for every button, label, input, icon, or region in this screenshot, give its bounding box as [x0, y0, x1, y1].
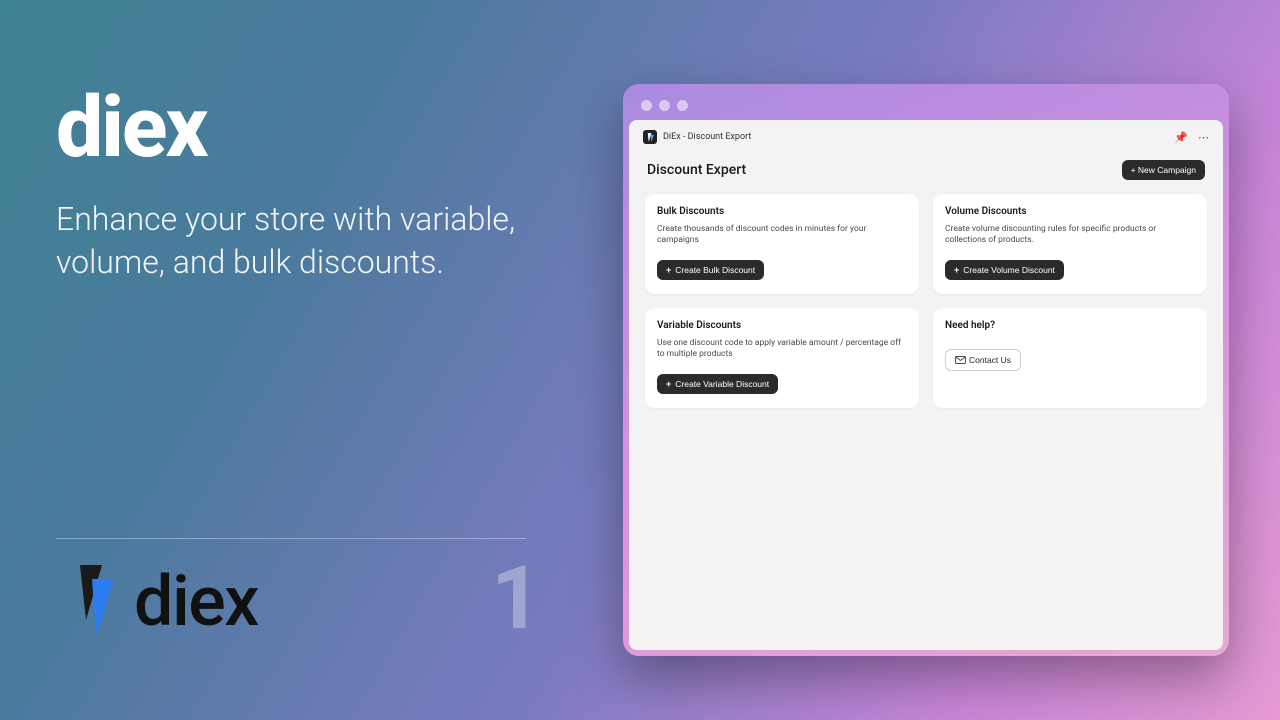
button-label: Contact Us: [969, 355, 1011, 365]
card-desc: Create thousands of discount codes in mi…: [657, 224, 907, 247]
card-title: Volume Discounts: [945, 206, 1195, 217]
tagline: Enhance your store with variable, volume…: [56, 198, 516, 284]
window-titlebar: [629, 90, 1223, 120]
slide-number: 1: [491, 555, 542, 643]
logo-row: diex: [72, 565, 258, 639]
marketing-slide: diex Enhance your store with variable, v…: [0, 0, 1280, 720]
page-header: Discount Expert + New Campaign: [637, 148, 1215, 194]
app-icon: [643, 130, 657, 144]
plus-icon: +: [666, 379, 671, 389]
plus-icon: +: [666, 265, 671, 275]
breadcrumb: DiEx - Discount Export 📌 ⋯: [637, 126, 1215, 148]
create-bulk-button[interactable]: + Create Bulk Discount: [657, 260, 764, 280]
card-title: Bulk Discounts: [657, 206, 907, 217]
divider: [56, 538, 526, 539]
card-desc: Use one discount code to apply variable …: [657, 338, 907, 361]
more-icon[interactable]: ⋯: [1198, 131, 1209, 144]
button-label: Create Bulk Discount: [675, 265, 755, 275]
new-campaign-label: + New Campaign: [1131, 165, 1196, 175]
window-dot-max[interactable]: [677, 100, 688, 111]
card-desc: Create volume discounting rules for spec…: [945, 224, 1195, 247]
create-variable-button[interactable]: + Create Variable Discount: [657, 374, 778, 394]
card-volume: Volume Discounts Create volume discounti…: [933, 194, 1207, 294]
window-dot-close[interactable]: [641, 100, 652, 111]
button-label: Create Volume Discount: [963, 265, 1055, 275]
pin-icon[interactable]: 📌: [1174, 131, 1188, 144]
cards-grid: Bulk Discounts Create thousands of disco…: [637, 194, 1215, 408]
card-title: Variable Discounts: [657, 320, 907, 331]
contact-us-button[interactable]: Contact Us: [945, 349, 1021, 371]
card-help: Need help? Contact Us: [933, 308, 1207, 408]
card-title: Need help?: [945, 320, 1195, 331]
brand-name: diex: [56, 86, 576, 170]
logo-icon: [72, 565, 122, 639]
plus-icon: +: [954, 265, 959, 275]
app-viewport: DiEx - Discount Export 📌 ⋯ Discount Expe…: [629, 120, 1223, 650]
card-bulk: Bulk Discounts Create thousands of disco…: [645, 194, 919, 294]
new-campaign-button[interactable]: + New Campaign: [1122, 160, 1205, 180]
create-volume-button[interactable]: + Create Volume Discount: [945, 260, 1064, 280]
app-window: DiEx - Discount Export 📌 ⋯ Discount Expe…: [623, 84, 1229, 656]
window-dot-min[interactable]: [659, 100, 670, 111]
button-label: Create Variable Discount: [675, 379, 769, 389]
headline-block: diex Enhance your store with variable, v…: [56, 86, 576, 284]
mail-icon: [955, 356, 965, 364]
logo-text: diex: [134, 567, 258, 637]
card-variable: Variable Discounts Use one discount code…: [645, 308, 919, 408]
page-title: Discount Expert: [647, 162, 746, 178]
breadcrumb-text: DiEx - Discount Export: [663, 132, 751, 142]
